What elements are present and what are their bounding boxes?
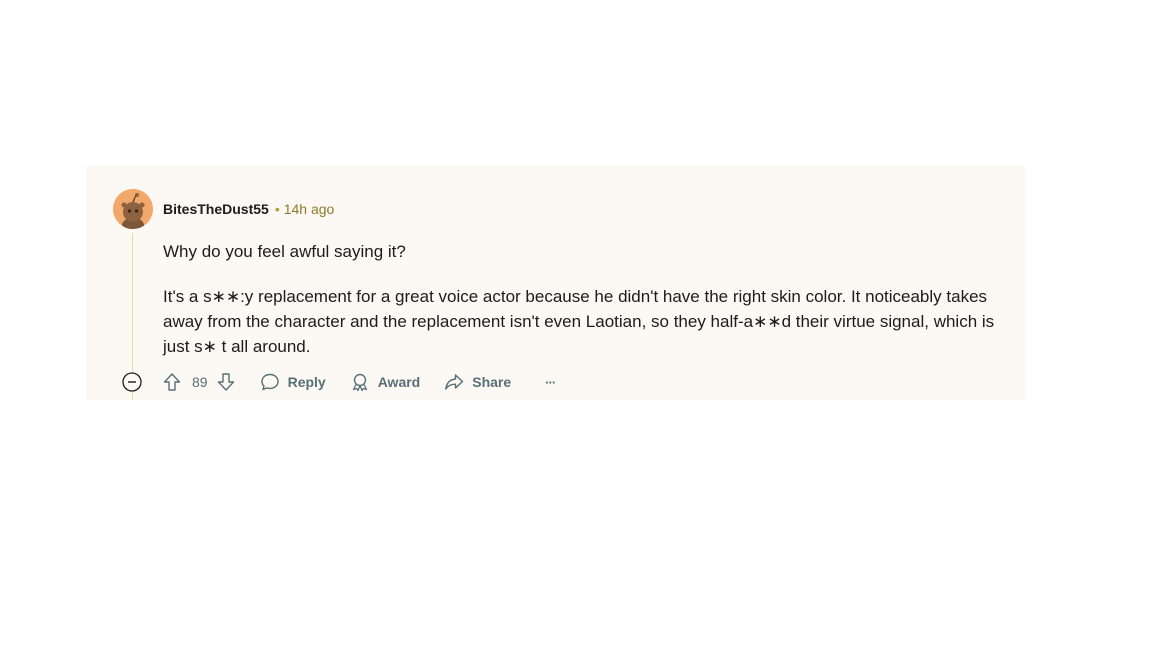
- reddit-snoo-avatar-icon: [113, 189, 153, 229]
- comment-card: BitesTheDust55 • 14h ago Why do you feel a…: [86, 165, 1025, 400]
- ribbon-award-icon: [352, 373, 367, 392]
- minus-circle-icon: [122, 372, 142, 392]
- more-options-button[interactable]: ···: [545, 374, 556, 390]
- award-button[interactable]: Award: [350, 372, 421, 392]
- avatar[interactable]: [113, 189, 153, 229]
- collapse-thread-button[interactable]: [122, 372, 142, 392]
- arrow-down-icon: [217, 373, 234, 391]
- award-label: Award: [377, 374, 421, 390]
- upvote-button[interactable]: [162, 372, 182, 392]
- reply-label: Reply: [287, 374, 326, 390]
- comment-action-bar: 89 Reply Award Share ···: [122, 370, 556, 394]
- speech-bubble-icon: [260, 373, 279, 391]
- comment-body: Why do you feel awful saying it? It's a …: [163, 239, 1018, 379]
- timestamp[interactable]: 14h ago: [284, 201, 335, 217]
- share-arrow-icon: [445, 374, 464, 390]
- reply-button[interactable]: Reply: [260, 372, 326, 392]
- arrow-up-icon: [163, 373, 181, 391]
- share-label: Share: [472, 374, 512, 390]
- comment-meta: BitesTheDust55 • 14h ago: [163, 201, 334, 217]
- comment-paragraph: Why do you feel awful saying it?: [163, 242, 406, 261]
- vote-score: 89: [192, 374, 208, 390]
- comment-paragraph: It's a s∗∗:y replacement for a great voi…: [163, 287, 995, 356]
- share-button[interactable]: Share: [444, 372, 511, 392]
- downvote-button[interactable]: [216, 372, 236, 392]
- username-link[interactable]: BitesTheDust55: [163, 201, 269, 217]
- meta-separator: •: [274, 201, 280, 217]
- ellipsis-icon: ···: [545, 374, 556, 390]
